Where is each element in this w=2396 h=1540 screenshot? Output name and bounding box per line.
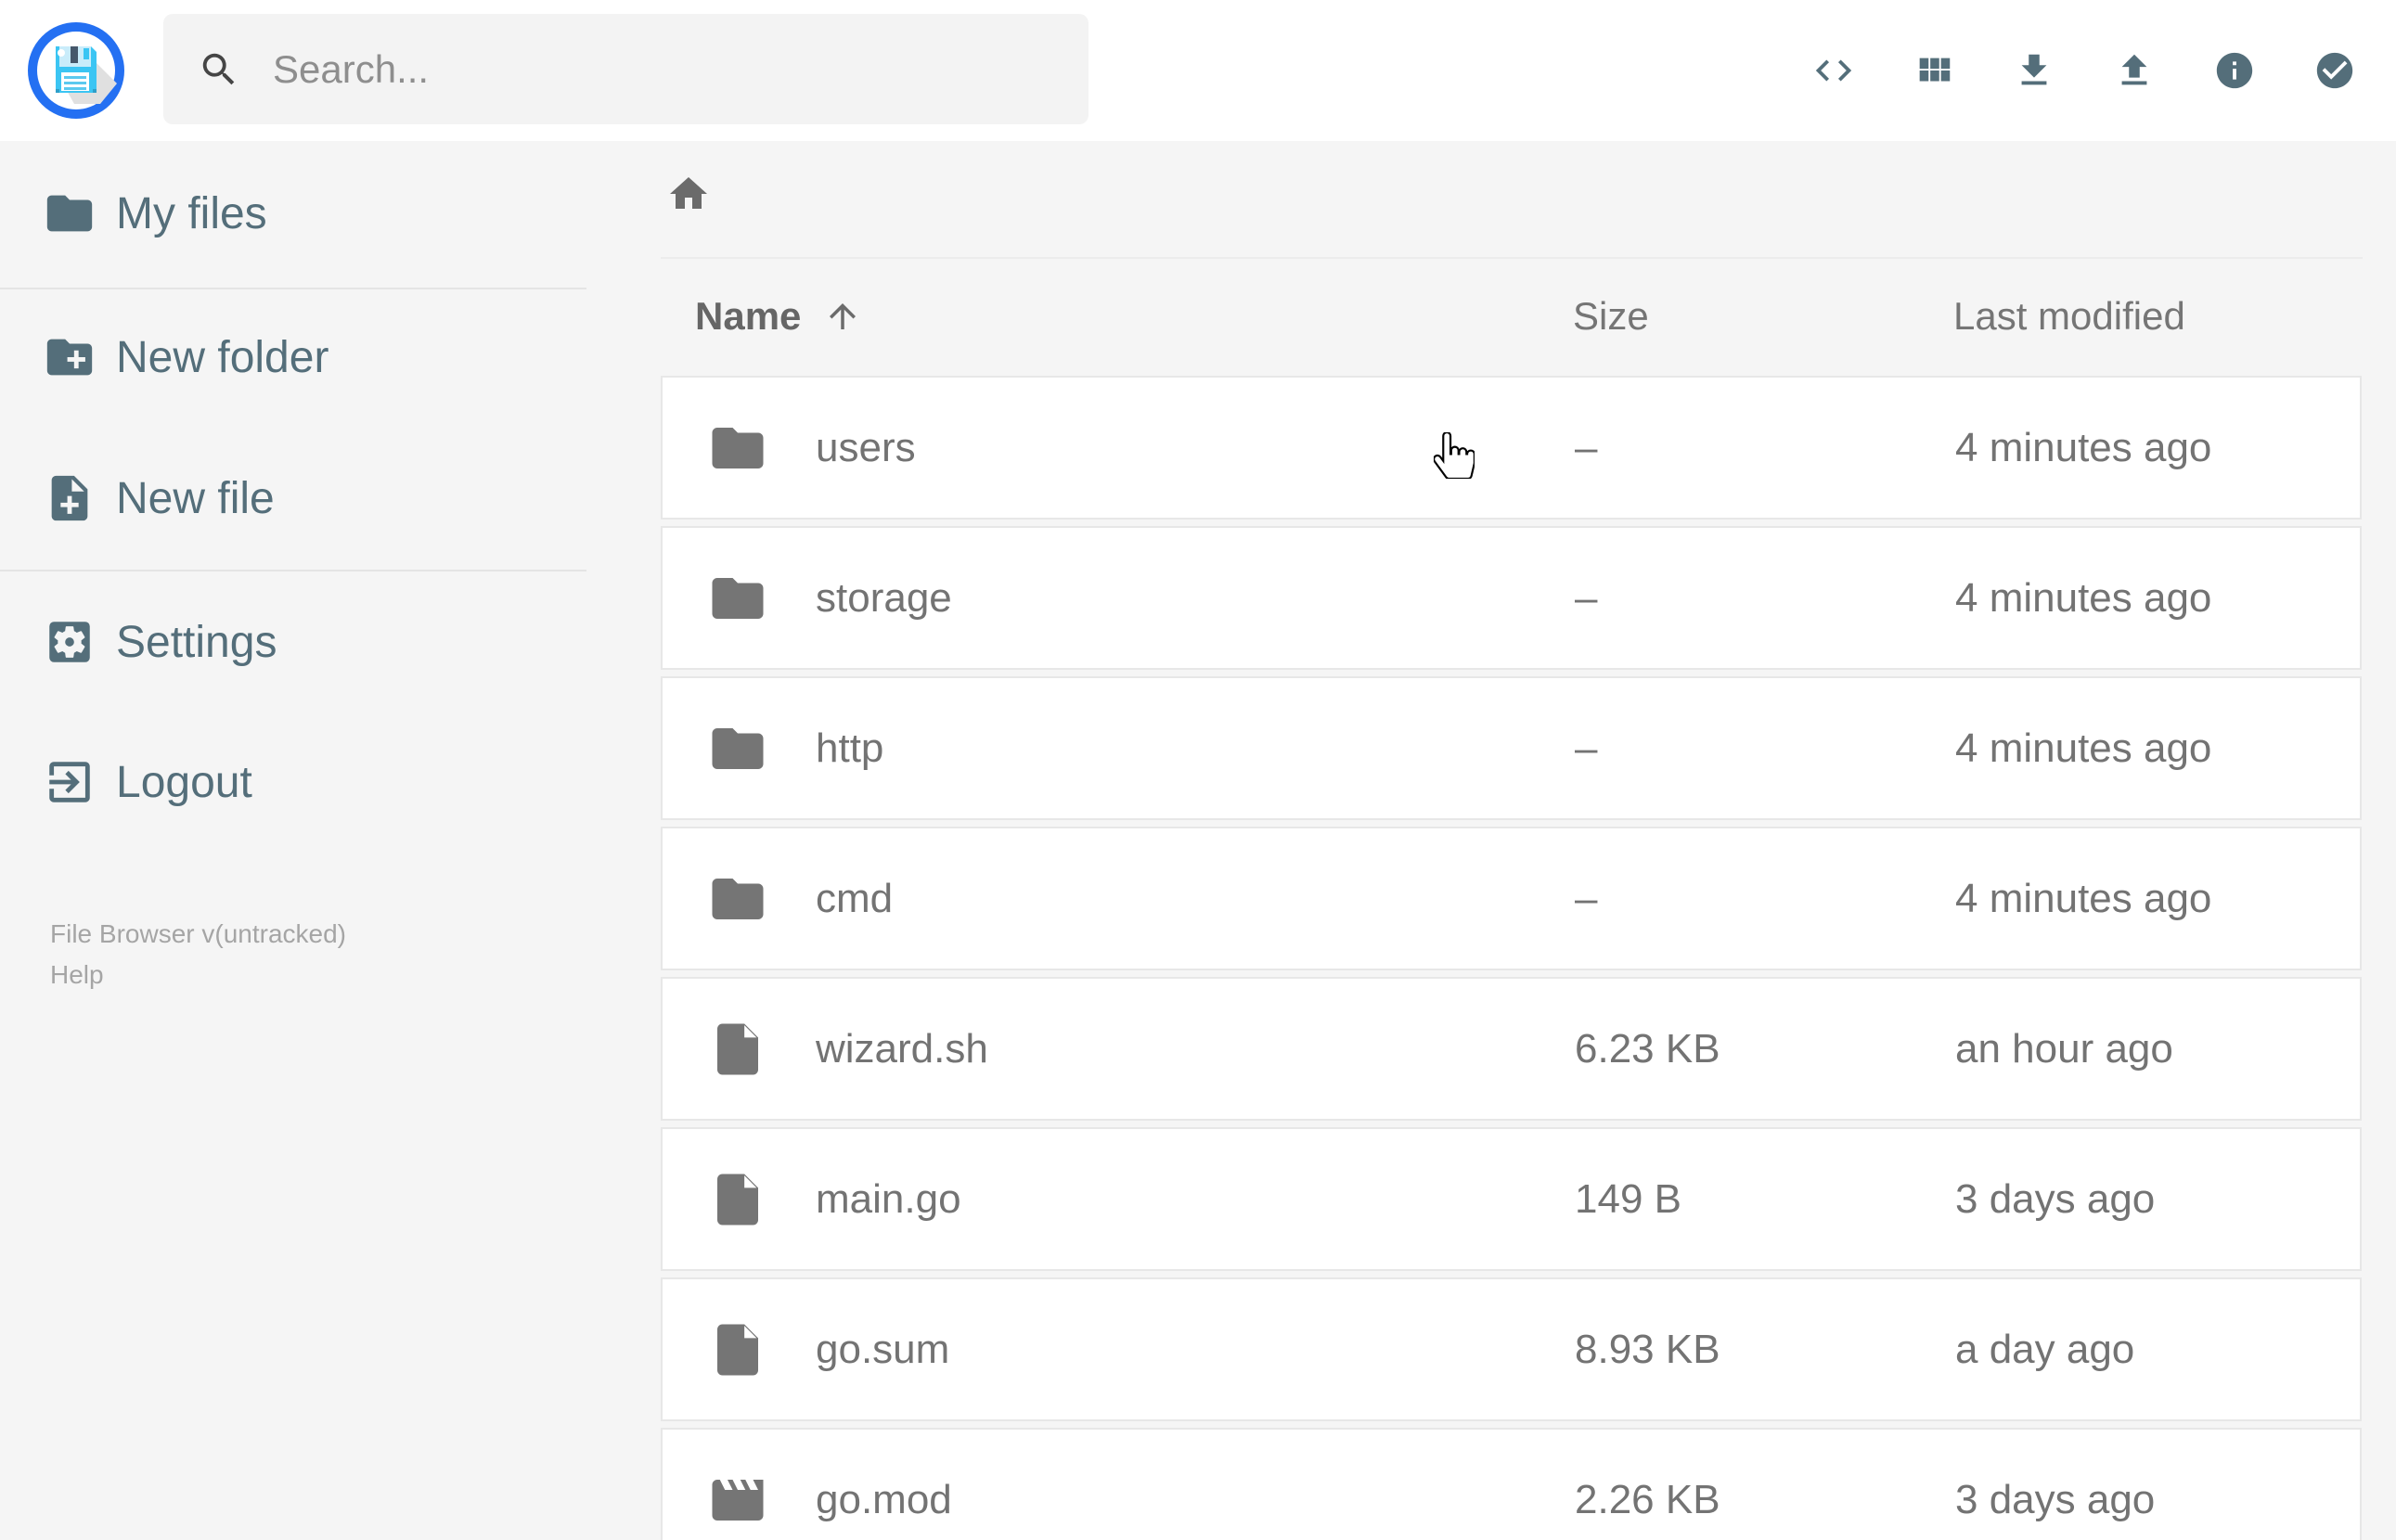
- sidebar-item-new-file[interactable]: New file: [0, 471, 586, 525]
- file-size: 6.23 KB: [1575, 1025, 1720, 1072]
- row-storage[interactable]: storage – 4 minutes ago: [661, 526, 2362, 670]
- upload-icon: [2113, 49, 2156, 92]
- sidebar-credits: File Browser v(untracked) Help: [50, 914, 346, 995]
- file-name: main.go: [816, 1175, 961, 1222]
- file-type-icon: [707, 1319, 768, 1380]
- download-icon: [2013, 49, 2055, 92]
- row-http[interactable]: http – 4 minutes ago: [661, 676, 2362, 820]
- file-type-icon: [707, 1469, 768, 1531]
- toolbar-actions: [1784, 0, 2385, 141]
- check-circle-icon: [2313, 49, 2356, 92]
- listing-header: Name Size Last modified: [661, 275, 2362, 358]
- floppy-disk-logo-icon: [28, 22, 124, 119]
- file-modified: 4 minutes ago: [1955, 424, 2212, 470]
- sidebar-item-my-files[interactable]: My files: [0, 186, 586, 240]
- file-type-icon: [707, 1169, 768, 1230]
- download-button[interactable]: [1984, 15, 2084, 126]
- upload-button[interactable]: [2084, 15, 2184, 126]
- search-input[interactable]: [271, 45, 1061, 93]
- file-modified: an hour ago: [1955, 1025, 2173, 1072]
- file-listing: users – 4 minutes ago storage – 4 minute…: [661, 376, 2362, 1540]
- code-icon: [1812, 49, 1855, 92]
- app-logo[interactable]: [28, 22, 124, 119]
- file-size: –: [1575, 424, 1598, 470]
- sidebar-item-settings[interactable]: Settings: [0, 615, 586, 669]
- select-multiple-button[interactable]: [2285, 15, 2385, 126]
- breadcrumb-divider: [661, 257, 2363, 259]
- file-modified: a day ago: [1955, 1326, 2135, 1372]
- raw-view-button[interactable]: [1784, 15, 1884, 126]
- app-version-text: File Browser v(untracked): [50, 919, 346, 948]
- file-name: cmd: [816, 875, 894, 921]
- sidebar-item-logout[interactable]: Logout: [0, 755, 586, 809]
- row-go.mod[interactable]: go.mod 2.26 KB 3 days ago: [661, 1428, 2362, 1540]
- file-name: storage: [816, 574, 952, 621]
- grid-view-icon: [1913, 49, 1955, 92]
- file-name: users: [816, 424, 916, 470]
- file-size: 2.26 KB: [1575, 1476, 1720, 1522]
- new-folder-icon: [43, 330, 97, 384]
- logout-icon: [43, 755, 97, 809]
- help-link[interactable]: Help: [50, 955, 346, 995]
- sidebar-item-label: New file: [116, 473, 275, 523]
- file-name: wizard.sh: [816, 1025, 988, 1072]
- info-button[interactable]: [2184, 15, 2285, 126]
- filebrowser-app: My files New folder New file Settings Lo…: [0, 0, 2396, 1540]
- top-bar: [0, 0, 2396, 141]
- info-icon: [2213, 49, 2256, 92]
- row-main.go[interactable]: main.go 149 B 3 days ago: [661, 1127, 2362, 1271]
- arrow-up-icon[interactable]: [823, 297, 862, 336]
- file-type-icon: [707, 568, 768, 629]
- grid-view-button[interactable]: [1884, 15, 1984, 126]
- folder-icon: [43, 186, 97, 240]
- settings-icon: [43, 615, 97, 669]
- row-go.sum[interactable]: go.sum 8.93 KB a day ago: [661, 1277, 2362, 1421]
- file-modified: 4 minutes ago: [1955, 725, 2212, 771]
- sidebar-item-label: Logout: [116, 757, 252, 807]
- file-modified: 4 minutes ago: [1955, 875, 2212, 921]
- file-name: go.mod: [816, 1476, 952, 1522]
- file-size: –: [1575, 725, 1598, 771]
- row-users[interactable]: users – 4 minutes ago: [661, 376, 2362, 520]
- breadcrumb-home-button[interactable]: [663, 168, 715, 220]
- sidebar: My files New folder New file Settings Lo…: [0, 141, 586, 1540]
- file-modified: 4 minutes ago: [1955, 574, 2212, 621]
- home-icon: [666, 172, 711, 216]
- file-size: 8.93 KB: [1575, 1326, 1720, 1372]
- row-wizard.sh[interactable]: wizard.sh 6.23 KB an hour ago: [661, 977, 2362, 1121]
- column-header-size[interactable]: Size: [1573, 294, 1953, 339]
- file-size: –: [1575, 574, 1598, 621]
- file-name: go.sum: [816, 1326, 950, 1372]
- file-modified: 3 days ago: [1955, 1476, 2156, 1522]
- column-header-name[interactable]: Name: [695, 294, 801, 339]
- sidebar-item-label: My files: [116, 188, 267, 238]
- file-modified: 3 days ago: [1955, 1175, 2156, 1222]
- file-name: http: [816, 725, 884, 771]
- sidebar-item-label: Settings: [116, 617, 277, 667]
- column-header-modified[interactable]: Last modified: [1953, 294, 2362, 339]
- search-icon: [198, 48, 240, 91]
- file-type-icon: [707, 718, 768, 779]
- sidebar-divider: [0, 288, 586, 289]
- file-size: 149 B: [1575, 1175, 1681, 1222]
- file-type-icon: [707, 417, 768, 479]
- file-type-icon: [707, 1019, 768, 1080]
- sidebar-item-label: New folder: [116, 332, 329, 382]
- file-type-icon: [707, 868, 768, 930]
- new-file-icon: [43, 471, 97, 525]
- row-cmd[interactable]: cmd – 4 minutes ago: [661, 827, 2362, 970]
- search-bar: [163, 14, 1089, 124]
- file-size: –: [1575, 875, 1598, 921]
- sidebar-item-new-folder[interactable]: New folder: [0, 330, 586, 384]
- sidebar-divider: [0, 570, 586, 571]
